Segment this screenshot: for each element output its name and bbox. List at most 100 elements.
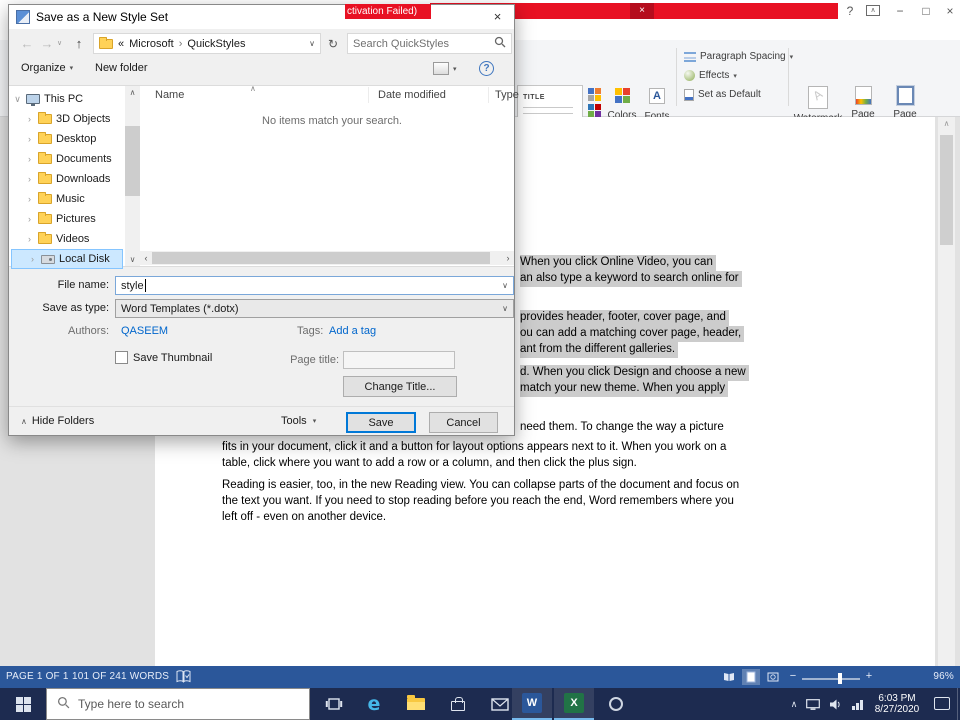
column-separator[interactable] [368,87,369,103]
expander-icon[interactable]: › [25,114,34,124]
breadcrumb-item-microsoft[interactable]: Microsoft [129,38,174,50]
expander-icon[interactable]: › [25,174,34,184]
proofing-status-icon[interactable] [176,670,191,686]
save-thumbnail-checkbox[interactable] [115,351,128,364]
history-dropdown-icon[interactable]: ∨ [57,39,62,47]
sidebar-scrollbar[interactable]: ∧ ∨ [125,86,140,266]
theme-palette-icon[interactable] [588,88,601,101]
scrollbar-thumb[interactable] [125,126,140,196]
expander-icon[interactable]: › [25,154,34,164]
page-title-input[interactable] [343,351,455,369]
action-center-icon[interactable] [934,697,950,710]
effects-button[interactable]: Effects ▾ [684,66,793,85]
scroll-up-icon[interactable]: ∧ [125,86,140,99]
file-name-input[interactable]: style ∨ [115,276,514,295]
list-horizontal-scrollbar[interactable]: ‹ › [140,251,514,265]
document-scrollbar[interactable]: ∧ [938,117,955,666]
word-maximize-button[interactable]: □ [916,3,936,20]
status-page-info[interactable]: PAGE 1 OF 1 [6,671,69,682]
zoom-in-button[interactable]: + [862,670,876,682]
taskbar-edge-button[interactable]: e [354,688,394,720]
status-word-count[interactable]: 101 OF 241 WORDS [72,671,169,682]
expander-icon[interactable]: › [25,134,34,144]
expander-icon[interactable]: › [25,214,34,224]
taskbar-search-box[interactable]: Type here to search [46,688,310,720]
web-layout-button[interactable] [764,669,782,685]
save-as-type-select[interactable]: Word Templates (*.dotx) ∨ [115,299,514,318]
organize-button[interactable]: Organize ▾ [21,62,73,74]
change-view-button[interactable]: ▾ [433,62,457,75]
print-layout-button[interactable] [742,669,760,685]
scroll-down-icon[interactable]: ∨ [125,253,140,266]
banner-close-button[interactable]: × [630,3,654,19]
ribbon-display-options-icon[interactable]: ∧ [866,5,880,16]
breadcrumb-item-quickstyles[interactable]: QuickStyles [187,38,245,50]
new-folder-button[interactable]: New folder [95,62,148,74]
sidebar-item-music[interactable]: › Music [9,189,125,209]
refresh-button[interactable]: ↻ [323,34,343,54]
sidebar-item-documents[interactable]: › Documents [9,149,125,169]
add-tag-link[interactable]: Add a tag [329,325,376,337]
up-button[interactable]: ↑ [69,34,89,54]
taskbar-excel-button[interactable]: X [554,688,594,720]
scroll-right-icon[interactable]: › [502,251,514,265]
breadcrumb-dropdown-icon[interactable]: ∨ [309,39,315,48]
tools-button[interactable]: Tools ▾ [281,415,316,427]
read-mode-button[interactable] [720,669,738,685]
scrollbar-thumb[interactable] [940,135,953,245]
search-icon[interactable] [494,36,506,51]
scroll-up-icon[interactable]: ∧ [938,117,955,131]
sidebar-item-desktop[interactable]: › Desktop [9,129,125,149]
word-close-button[interactable]: × [940,3,960,20]
back-button[interactable]: ← [17,34,37,54]
tray-network-icon[interactable] [848,688,866,720]
scroll-left-icon[interactable]: ‹ [140,251,152,265]
taskbar-file-explorer-button[interactable] [396,688,436,720]
tray-show-hidden-icons[interactable]: ∧ [786,688,802,720]
dialog-close-button[interactable]: × [481,5,514,28]
column-header-name[interactable]: Name [155,89,184,101]
forward-button[interactable]: → [37,34,57,54]
sidebar-item-3d-objects[interactable]: › 3D Objects [9,109,125,129]
expander-icon[interactable]: › [25,234,34,244]
word-minimize-button[interactable]: − [890,3,910,20]
zoom-out-button[interactable]: − [786,670,800,682]
sidebar-item-videos[interactable]: › Videos [9,229,125,249]
sidebar-item-this-pc[interactable]: ∨ This PC [9,89,125,109]
column-header-date-modified[interactable]: Date modified [378,89,446,101]
expander-icon[interactable]: › [25,194,34,204]
save-button[interactable]: Save [346,412,416,433]
save-as-type-dropdown-icon[interactable]: ∨ [502,304,508,313]
zoom-slider-track[interactable] [802,678,860,680]
word-help-icon[interactable]: ? [840,3,860,20]
tray-display-icon[interactable] [804,688,822,720]
paragraph-spacing-button[interactable]: Paragraph Spacing ▾ [684,47,793,66]
change-title-button[interactable]: Change Title... [343,376,457,397]
sidebar-item-pictures[interactable]: › Pictures [9,209,125,229]
hide-folders-button[interactable]: ∧ Hide Folders [21,415,94,427]
dialog-help-icon[interactable]: ? [479,61,494,76]
authors-value-link[interactable]: QASEEM [121,325,168,337]
expander-icon[interactable]: › [28,254,37,264]
taskbar-clock[interactable]: 6:03 PM 8/27/2020 [868,693,926,715]
expander-icon[interactable]: ∨ [13,94,22,105]
breadcrumb[interactable]: « Microsoft › QuickStyles ∨ [93,33,321,54]
breadcrumb-overflow-icon[interactable]: « [118,38,124,50]
file-name-dropdown-icon[interactable]: ∨ [502,281,508,290]
start-button[interactable] [0,688,46,720]
taskbar-app-button[interactable] [596,688,636,720]
scrollbar-thumb[interactable] [152,252,490,264]
sidebar-item-downloads[interactable]: › Downloads [9,169,125,189]
taskbar-store-button[interactable] [438,688,478,720]
zoom-slider-thumb[interactable] [838,673,842,684]
task-view-button[interactable] [314,688,354,720]
zoom-level[interactable]: 96% [922,671,954,682]
taskbar-word-button[interactable]: W [512,688,552,720]
cancel-button[interactable]: Cancel [429,412,498,433]
theme-palette-icon[interactable] [588,104,601,117]
search-box[interactable]: Search QuickStyles [347,33,512,54]
tray-volume-icon[interactable] [826,688,844,720]
set-as-default-button[interactable]: Set as Default [684,85,793,104]
sidebar-item-local-disk[interactable]: › Local Disk [11,249,123,269]
column-separator[interactable] [488,87,489,103]
